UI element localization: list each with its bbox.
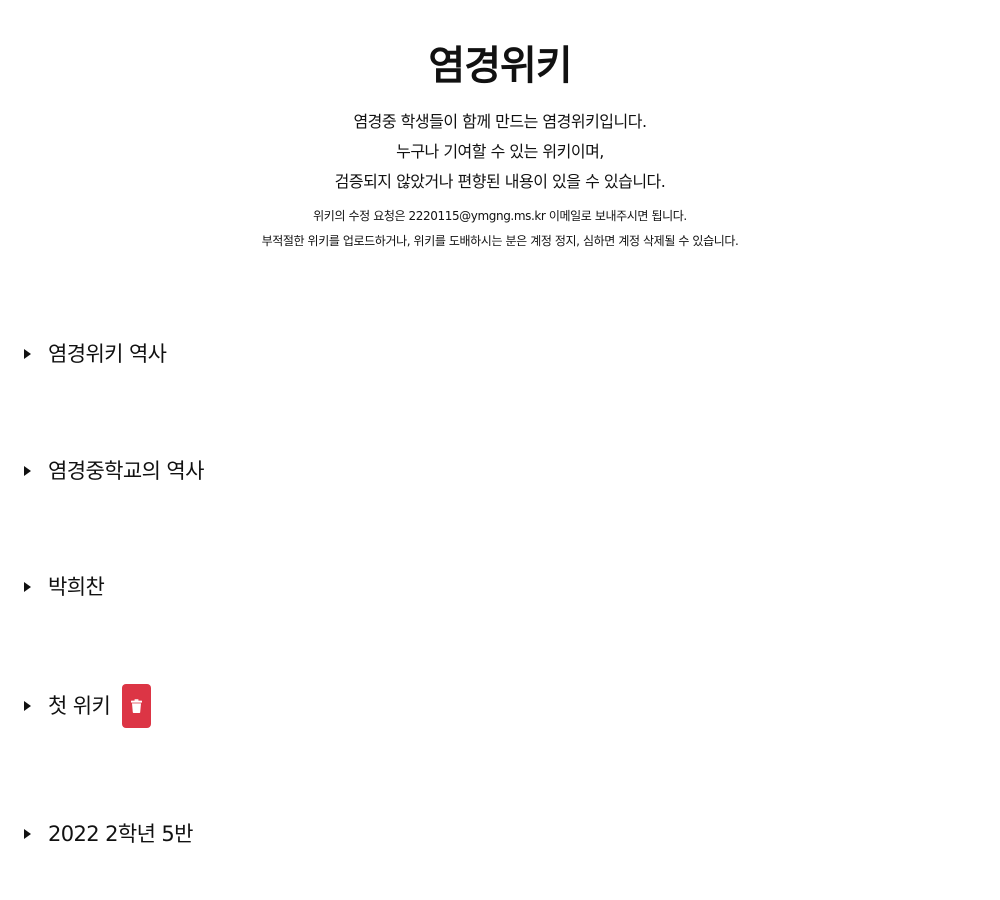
- wiki-item[interactable]: 2022 2학년 5반: [22, 818, 193, 850]
- wiki-item-label[interactable]: 염경중학교의 역사: [48, 457, 204, 485]
- wiki-item-label[interactable]: 염경위키 역사: [48, 340, 167, 368]
- wiki-item[interactable]: 첫 위키: [22, 684, 152, 728]
- caret-right-icon[interactable]: [24, 466, 31, 476]
- wiki-list: 염경위키 역사 염경중학교의 역사 박희찬 첫 위키 2022 2학년 5반: [0, 0, 1000, 900]
- caret-right-icon[interactable]: [24, 701, 31, 711]
- wiki-item[interactable]: 박희찬: [22, 571, 105, 603]
- wiki-item[interactable]: 염경위키 역사: [22, 338, 167, 370]
- caret-right-icon[interactable]: [24, 829, 31, 839]
- caret-right-icon[interactable]: [24, 582, 31, 592]
- wiki-item-label[interactable]: 2022 2학년 5반: [48, 820, 193, 848]
- delete-button[interactable]: [122, 684, 152, 728]
- trash-icon: [131, 699, 143, 713]
- wiki-item-label[interactable]: 첫 위키: [48, 692, 111, 720]
- wiki-item[interactable]: 염경중학교의 역사: [22, 455, 204, 487]
- caret-right-icon[interactable]: [24, 349, 31, 359]
- wiki-item-label[interactable]: 박희찬: [48, 573, 105, 601]
